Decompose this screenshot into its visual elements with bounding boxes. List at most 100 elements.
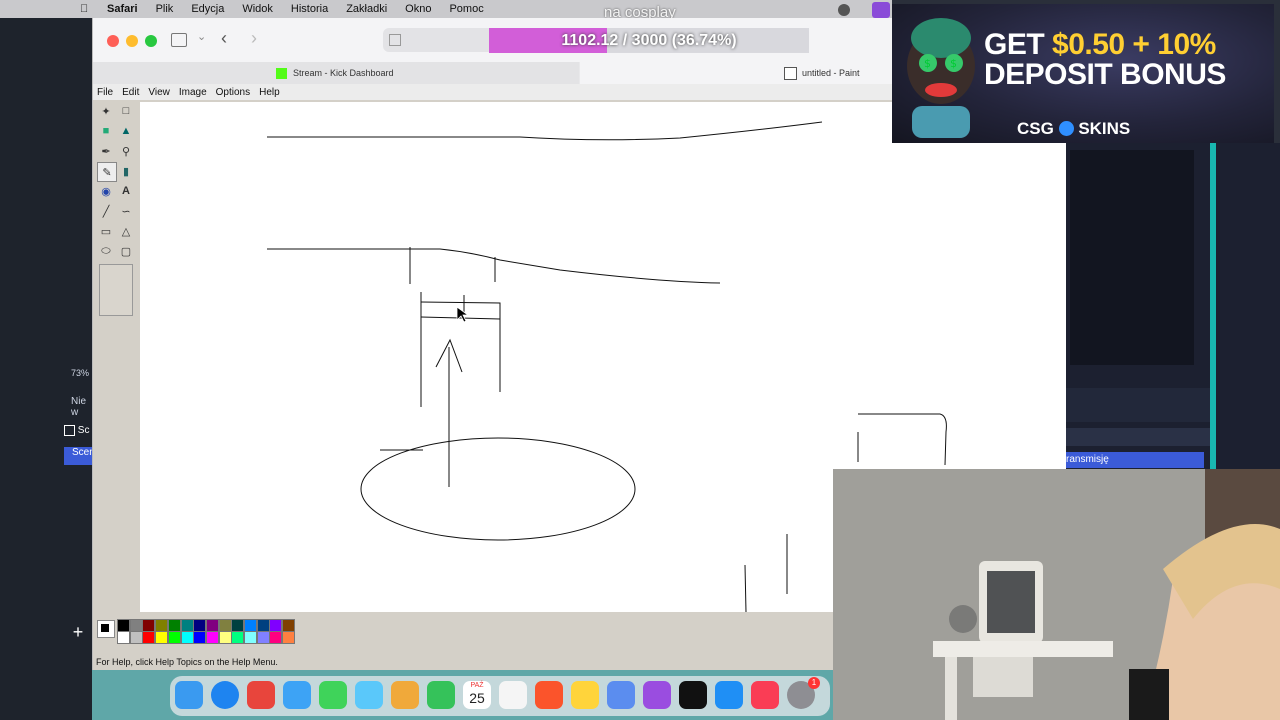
reader-icon[interactable]	[389, 34, 401, 46]
color-swatch[interactable]	[167, 631, 181, 644]
zoom-label: 73%	[71, 368, 90, 378]
podcasts-icon[interactable]	[643, 681, 671, 709]
brush-icon[interactable]: ▮	[117, 162, 135, 180]
color-swatch[interactable]	[269, 631, 283, 644]
eraser-icon[interactable]: ■	[97, 122, 115, 140]
brave-icon[interactable]	[535, 681, 563, 709]
paint-menu-file[interactable]: File	[97, 87, 113, 98]
sketch-stroke	[858, 413, 947, 466]
rect-select-icon[interactable]: □	[117, 102, 135, 120]
paint-menu-edit[interactable]: Edit	[122, 87, 139, 98]
paint-menu-help[interactable]: Help	[259, 87, 280, 98]
color-swatch[interactable]	[218, 631, 232, 644]
color-swatch[interactable]	[282, 631, 296, 644]
tool-options-box[interactable]	[99, 264, 133, 316]
sponsor-ad[interactable]: $ $ GET $0.50 + 10% DEPOSIT BONUS CSG SK…	[892, 4, 1274, 143]
paint-menu-image[interactable]: Image	[179, 87, 207, 98]
color-swatch[interactable]	[231, 631, 245, 644]
button-label: ransmisję	[1066, 454, 1109, 465]
sketch-stroke	[420, 316, 501, 320]
text-icon[interactable]: A	[117, 182, 135, 200]
paint-workspace: ✦ □ ■ ▲ ✒ ⚲ ✎ ▮ ◉ A ╱ ∽ ▭ △ ⬭ ▢ For Help…	[93, 100, 1070, 670]
tab-kick-dashboard[interactable]: Stream - Kick Dashboard	[93, 62, 579, 84]
launchpad-icon[interactable]	[247, 681, 275, 709]
line-icon[interactable]: ╱	[97, 202, 115, 220]
scene-title: Sc	[77, 425, 90, 437]
back-icon[interactable]: ‹	[221, 28, 227, 49]
color-swatch[interactable]	[244, 631, 257, 644]
menu-item-edit[interactable]: Edycja	[191, 3, 224, 15]
menu-item-file[interactable]: Plik	[156, 3, 174, 15]
picker-icon[interactable]: ✒	[97, 142, 115, 160]
music-icon[interactable]	[751, 681, 779, 709]
paint-menu-view[interactable]: View	[148, 87, 170, 98]
tab-paint[interactable]: untitled - Paint	[580, 62, 893, 84]
finder-icon[interactable]	[175, 681, 203, 709]
add-icon[interactable]: +	[64, 622, 92, 646]
minimize-window-button[interactable]	[126, 35, 138, 47]
maps-icon[interactable]	[355, 681, 383, 709]
photos-icon[interactable]	[391, 681, 419, 709]
forward-icon[interactable]: ›	[251, 28, 257, 49]
color-swatch[interactable]	[142, 631, 156, 644]
background-app-strip: 73% Nie w Sc Scen +	[0, 18, 95, 720]
polygon-icon[interactable]: △	[117, 222, 135, 240]
color-swatch[interactable]	[205, 631, 219, 644]
logo-mark-icon	[1058, 121, 1074, 136]
messages-icon[interactable]	[319, 681, 347, 709]
paint-status-bar: For Help, click Help Topics on the Help …	[93, 655, 893, 670]
rectangle-icon[interactable]: ▭	[97, 222, 115, 240]
facetime-icon[interactable]	[427, 681, 455, 709]
paint-menu-options[interactable]: Options	[216, 87, 250, 98]
color-swatch[interactable]	[129, 631, 143, 644]
reminders-icon[interactable]	[499, 681, 527, 709]
menu-item-history[interactable]: Historia	[291, 3, 328, 15]
chevron-down-icon[interactable]: ⌄	[197, 30, 206, 43]
sidebar-icon[interactable]	[171, 33, 187, 47]
stream-start-button[interactable]: ransmisję	[1066, 452, 1204, 468]
zoom-window-button[interactable]	[145, 35, 157, 47]
color-swatch[interactable]	[180, 631, 194, 644]
apple-tv-icon[interactable]	[679, 681, 707, 709]
airbrush-icon[interactable]: ◉	[97, 182, 115, 200]
mascot-icon: $ $	[907, 18, 975, 138]
color-swatch[interactable]	[256, 631, 270, 644]
app-store-icon[interactable]	[715, 681, 743, 709]
kick-icon	[276, 67, 287, 79]
mail-icon[interactable]	[283, 681, 311, 709]
current-colors[interactable]	[97, 620, 115, 638]
safari-icon[interactable]	[211, 681, 239, 709]
menu-item-help[interactable]: Pomoc	[449, 3, 483, 15]
color-palette	[93, 614, 893, 644]
color-swatch[interactable]	[155, 631, 169, 644]
ellipse-icon[interactable]: ⬭	[97, 242, 115, 260]
color-swatch[interactable]	[193, 631, 207, 644]
fill-icon[interactable]: ▲	[117, 122, 135, 140]
curve-icon[interactable]: ∽	[117, 202, 135, 220]
menu-item-view[interactable]: Widok	[242, 3, 273, 15]
rounded-rect-icon[interactable]: ▢	[117, 242, 135, 260]
safari-window: ⌄ ‹ › Stream - Kick Dashboard untitled -…	[92, 18, 1070, 670]
menu-app-name[interactable]: Safari	[107, 3, 138, 15]
freeform-icon[interactable]	[607, 681, 635, 709]
calendar-icon[interactable]: PAŹ 25	[463, 681, 491, 709]
color-swatch[interactable]	[117, 631, 130, 644]
background-field	[1066, 428, 1210, 446]
menu-item-window[interactable]: Okno	[405, 3, 431, 15]
menu-item-bookmarks[interactable]: Zakładki	[346, 3, 387, 15]
scene-item[interactable]: Scen	[64, 447, 95, 465]
webcam-feed	[833, 469, 1280, 720]
tab-label: Stream - Kick Dashboard	[293, 68, 394, 78]
close-window-button[interactable]	[107, 35, 119, 47]
sketch-stroke	[744, 564, 747, 612]
donation-goal-bar: 1102.12 / 3000 (36.74%)	[489, 28, 809, 53]
notes-icon[interactable]	[571, 681, 599, 709]
paint-toolbox: ✦ □ ■ ▲ ✒ ⚲ ✎ ▮ ◉ A ╱ ∽ ▭ △ ⬭ ▢	[97, 102, 137, 614]
apple-icon[interactable]: 	[80, 3, 92, 15]
status-text: For Help, click Help Topics on the Help …	[96, 657, 278, 667]
status-icon[interactable]	[838, 4, 850, 16]
pencil-icon[interactable]: ✎	[97, 162, 117, 182]
magnifier-icon[interactable]: ⚲	[117, 142, 135, 160]
free-select-icon[interactable]: ✦	[97, 102, 115, 120]
screen-share-icon[interactable]	[872, 2, 890, 18]
